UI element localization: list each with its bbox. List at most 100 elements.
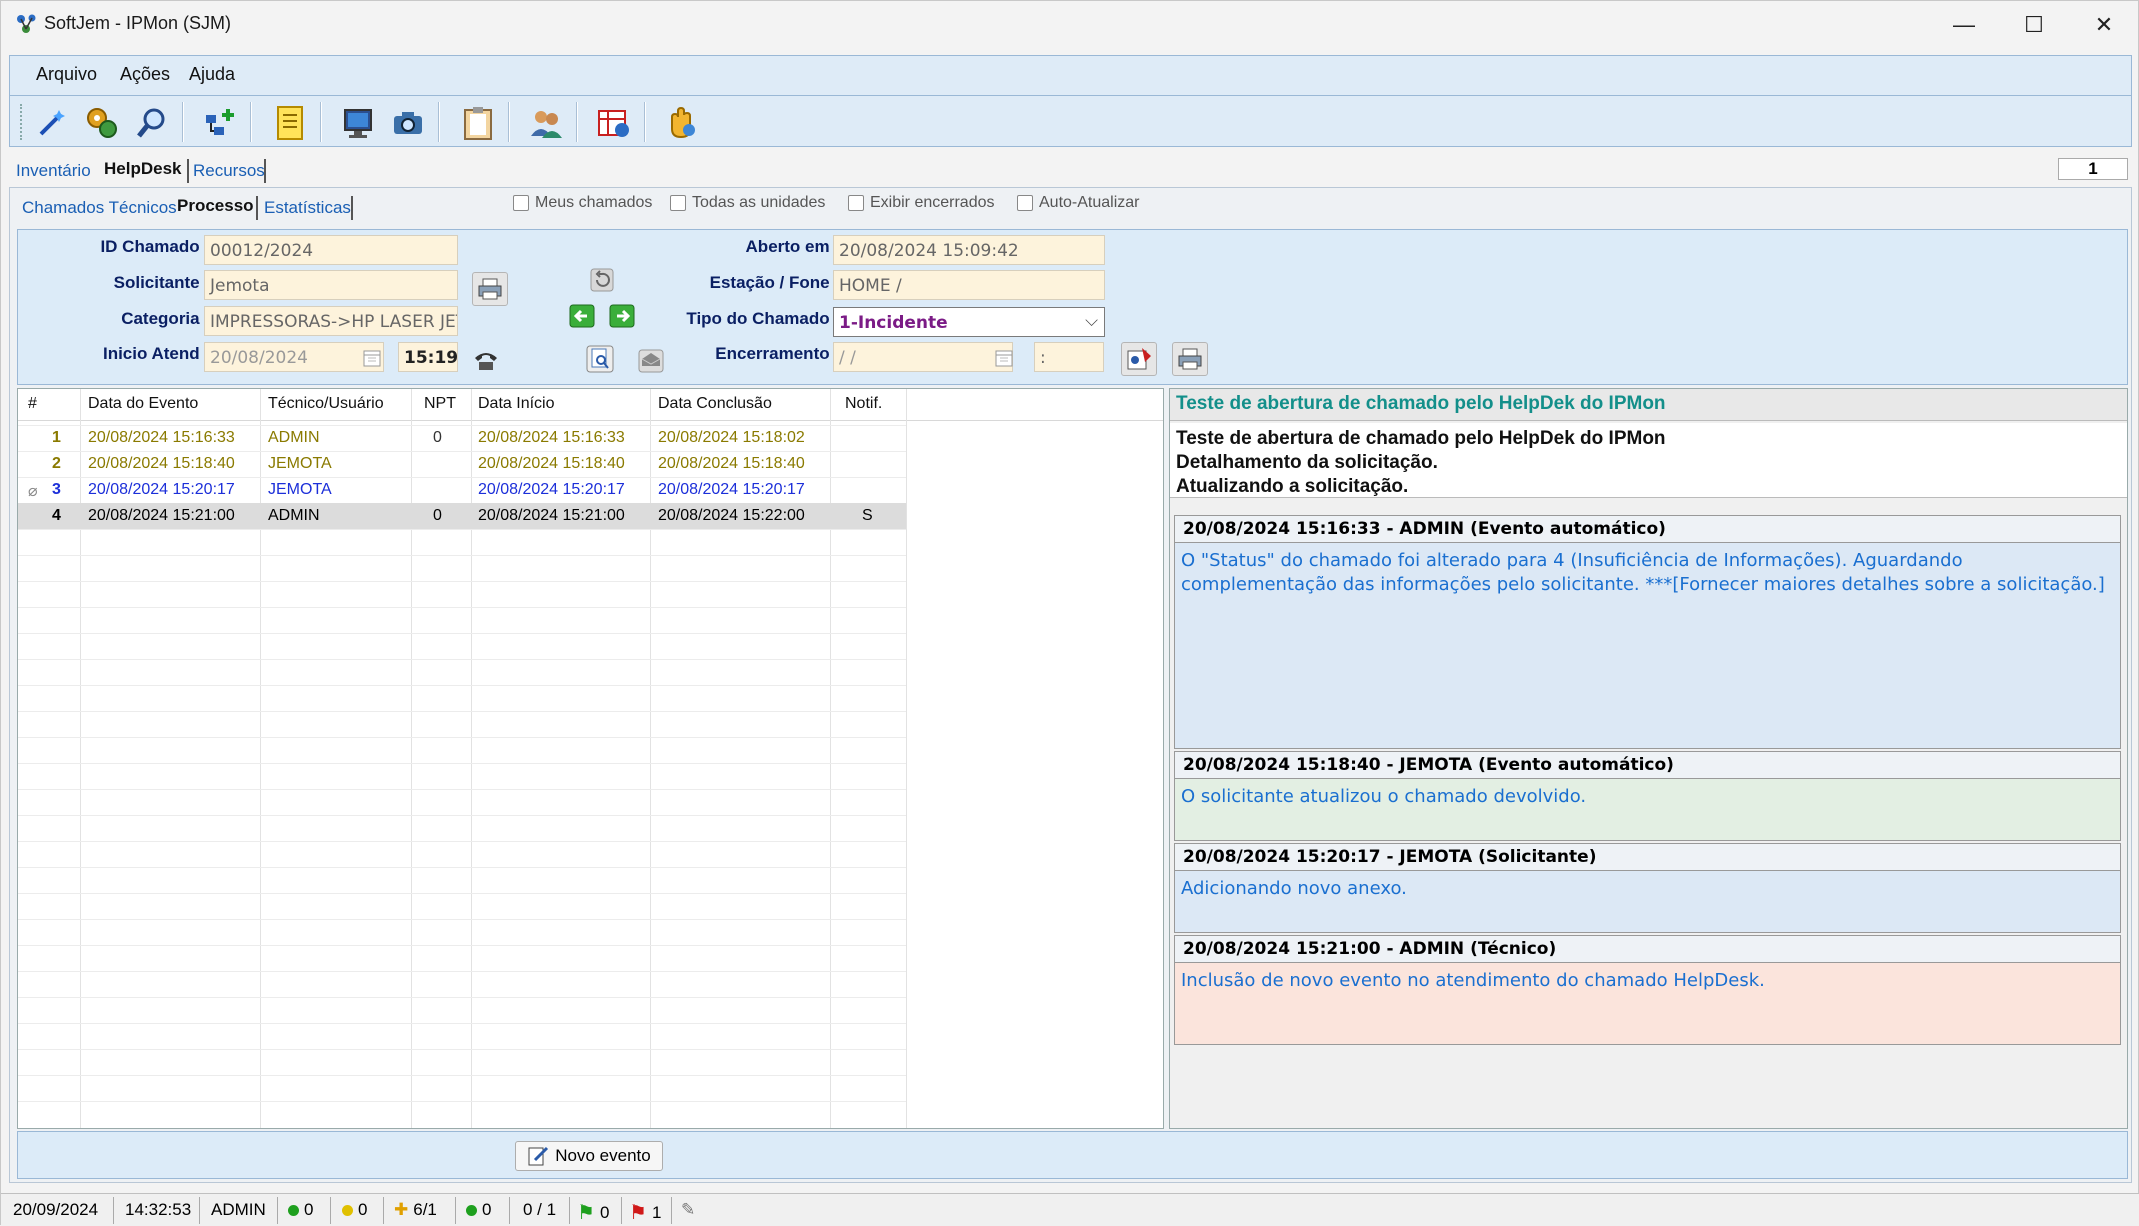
col-notif[interactable]: Notif. xyxy=(845,395,882,413)
printer-icon[interactable] xyxy=(1172,342,1208,376)
inicio-date-field[interactable]: 20/08/2024 xyxy=(204,342,384,372)
reports-grid-icon[interactable] xyxy=(594,103,634,143)
menu-arquivo[interactable]: Arquivo xyxy=(36,64,97,85)
status-flag-red[interactable]: ⚑ 1 xyxy=(629,1200,661,1225)
solicitante-label: Solicitante : xyxy=(113,273,210,292)
status-flag-green[interactable]: ⚑ 0 xyxy=(577,1200,609,1225)
status-time: 14:32:53 xyxy=(125,1200,192,1219)
edit-note-icon[interactable]: ✎ xyxy=(681,1200,695,1220)
cell-data-conclusao: 20/08/2024 15:22:00 xyxy=(658,507,805,524)
categoria-field[interactable]: IMPRESSORAS->HP LASER JET xyxy=(204,306,458,336)
cell-number: 4 xyxy=(52,507,61,524)
cell-data-conclusao: 20/08/2024 15:20:17 xyxy=(658,481,805,498)
col-number[interactable]: # xyxy=(28,395,37,413)
status-date: 20/09/2024 xyxy=(13,1200,99,1219)
toolbar-separator xyxy=(576,102,578,142)
page-counter: 1 xyxy=(2058,158,2128,180)
inicio-atend-label: Inicio Atend : xyxy=(102,344,210,363)
document-search-icon[interactable] xyxy=(586,345,614,373)
close-button[interactable]: ✕ xyxy=(2069,1,2139,48)
calendar-icon[interactable] xyxy=(358,344,386,372)
calendar-icon[interactable] xyxy=(990,344,1018,372)
auto-atualizar-checkbox[interactable]: Auto-Atualizar xyxy=(1017,194,1140,212)
camera-icon[interactable] xyxy=(388,103,428,143)
id-chamado-field[interactable]: 00012/2024 xyxy=(204,235,458,265)
notes-icon[interactable] xyxy=(270,103,310,143)
table-row[interactable]: ⌀ 3 20/08/2024 15:20:17 JEMOTA 20/08/202… xyxy=(18,477,906,503)
close-ticket-icon[interactable] xyxy=(1121,342,1157,376)
col-npt[interactable]: NPT xyxy=(424,395,456,413)
minimize-button[interactable]: — xyxy=(1929,1,1999,48)
cell-data-evento: 20/08/2024 15:16:33 xyxy=(88,429,235,446)
solicitante-field[interactable]: Jemota xyxy=(204,270,458,300)
status-count: 0 xyxy=(358,1200,368,1219)
encerramento-date-field[interactable]: / / xyxy=(833,342,1013,372)
monitor-icon[interactable] xyxy=(338,103,378,143)
green-flag-icon: ⚑ xyxy=(577,1202,595,1224)
events-grid: # Data do Evento Técnico/Usuário NPT Dat… xyxy=(17,388,1164,1129)
clipboard-icon[interactable] xyxy=(458,103,498,143)
grid-row-line xyxy=(18,711,906,712)
table-row[interactable]: 2 20/08/2024 15:18:40 JEMOTA 20/08/2024 … xyxy=(18,451,906,477)
status-yellow[interactable]: 0 xyxy=(342,1200,367,1220)
grid-row-line xyxy=(18,737,906,738)
green-dot-icon xyxy=(466,1204,477,1216)
tab-processo[interactable]: Processo xyxy=(177,196,254,216)
ticket-title: Teste de abertura de chamado pelo HelpDe… xyxy=(1170,389,2127,421)
grid-row-line xyxy=(18,893,906,894)
exibir-encerrados-checkbox[interactable]: Exibir encerrados xyxy=(848,194,995,212)
encerramento-time-field[interactable]: : xyxy=(1034,342,1104,372)
search-icon[interactable] xyxy=(132,103,172,143)
col-tecnico-usuario[interactable]: Técnico/Usuário xyxy=(268,395,384,413)
status-green-online[interactable]: 0 xyxy=(288,1200,313,1220)
meus-chamados-checkbox[interactable]: Meus chamados xyxy=(513,194,652,212)
undo-icon[interactable] xyxy=(588,266,616,294)
col-data-conclusao[interactable]: Data Conclusão xyxy=(658,395,772,413)
aberto-em-field[interactable]: 20/08/2024 15:09:42 xyxy=(833,235,1105,265)
status-separator xyxy=(455,1197,456,1224)
col-data-evento[interactable]: Data do Evento xyxy=(88,395,198,413)
status-green-two[interactable]: 0 xyxy=(466,1200,491,1220)
event-body[interactable]: Adicionando novo anexo. xyxy=(1174,871,2121,933)
tipo-chamado-select[interactable]: 1-Incidente ⌵ xyxy=(833,307,1105,337)
toolbar xyxy=(9,95,2132,147)
event-body[interactable]: O solicitante atualizou o chamado devolv… xyxy=(1174,779,2121,841)
table-row[interactable]: 1 20/08/2024 15:16:33 ADMIN 0 20/08/2024… xyxy=(18,425,906,451)
settings-gears-icon[interactable] xyxy=(82,103,122,143)
ticket-description: Teste de abertura de chamado pelo HelpDe… xyxy=(1170,423,2127,498)
event-body-editing[interactable]: Inclusão de novo evento no atendimento d… xyxy=(1174,963,2121,1045)
status-added[interactable]: ✚ 6/1 xyxy=(394,1200,437,1220)
cell-tecnico: ADMIN xyxy=(268,429,320,446)
estacao-fone-field[interactable]: HOME / xyxy=(833,270,1105,300)
users-icon[interactable] xyxy=(526,103,566,143)
menu-ajuda[interactable]: Ajuda xyxy=(189,64,235,85)
toolbar-separator xyxy=(438,102,440,142)
tab-divider xyxy=(187,159,189,183)
arrow-left-icon[interactable] xyxy=(568,302,596,330)
inicio-time-field[interactable]: 15:19 xyxy=(398,342,458,372)
wand-icon[interactable] xyxy=(32,103,72,143)
menu-acoes[interactable]: Ações xyxy=(120,64,170,85)
add-tree-icon[interactable] xyxy=(200,103,240,143)
exit-hand-icon[interactable] xyxy=(662,103,702,143)
tab-estatisticas[interactable]: Estatísticas xyxy=(264,198,351,218)
green-dot-icon xyxy=(288,1204,299,1216)
maximize-button[interactable]: ☐ xyxy=(1999,1,2069,48)
event-body[interactable]: O "Status" do chamado foi alterado para … xyxy=(1174,543,2121,749)
arrow-right-icon[interactable] xyxy=(608,302,636,330)
tab-recursos[interactable]: Recursos xyxy=(193,161,265,181)
novo-evento-button[interactable]: Novo evento xyxy=(515,1141,663,1171)
table-row-selected[interactable]: 4 20/08/2024 15:21:00 ADMIN 0 20/08/2024… xyxy=(18,503,906,529)
tab-chamados-tecnicos[interactable]: Chamados Técnicos xyxy=(22,198,177,218)
tab-helpdesk[interactable]: HelpDesk xyxy=(104,159,181,179)
todas-unidades-checkbox[interactable]: Todas as unidades xyxy=(670,194,825,212)
grid-header: # Data do Evento Técnico/Usuário NPT Dat… xyxy=(18,389,1163,421)
col-data-inicio[interactable]: Data Início xyxy=(478,395,554,413)
tab-inventario[interactable]: Inventário xyxy=(16,161,91,181)
cell-tecnico: JEMOTA xyxy=(268,455,332,472)
grid-row-line xyxy=(18,685,906,686)
printer-icon[interactable] xyxy=(472,272,508,306)
categoria-label: Categoria : xyxy=(121,309,210,328)
phone-icon[interactable] xyxy=(472,347,500,375)
toolbar-separator xyxy=(182,102,184,142)
